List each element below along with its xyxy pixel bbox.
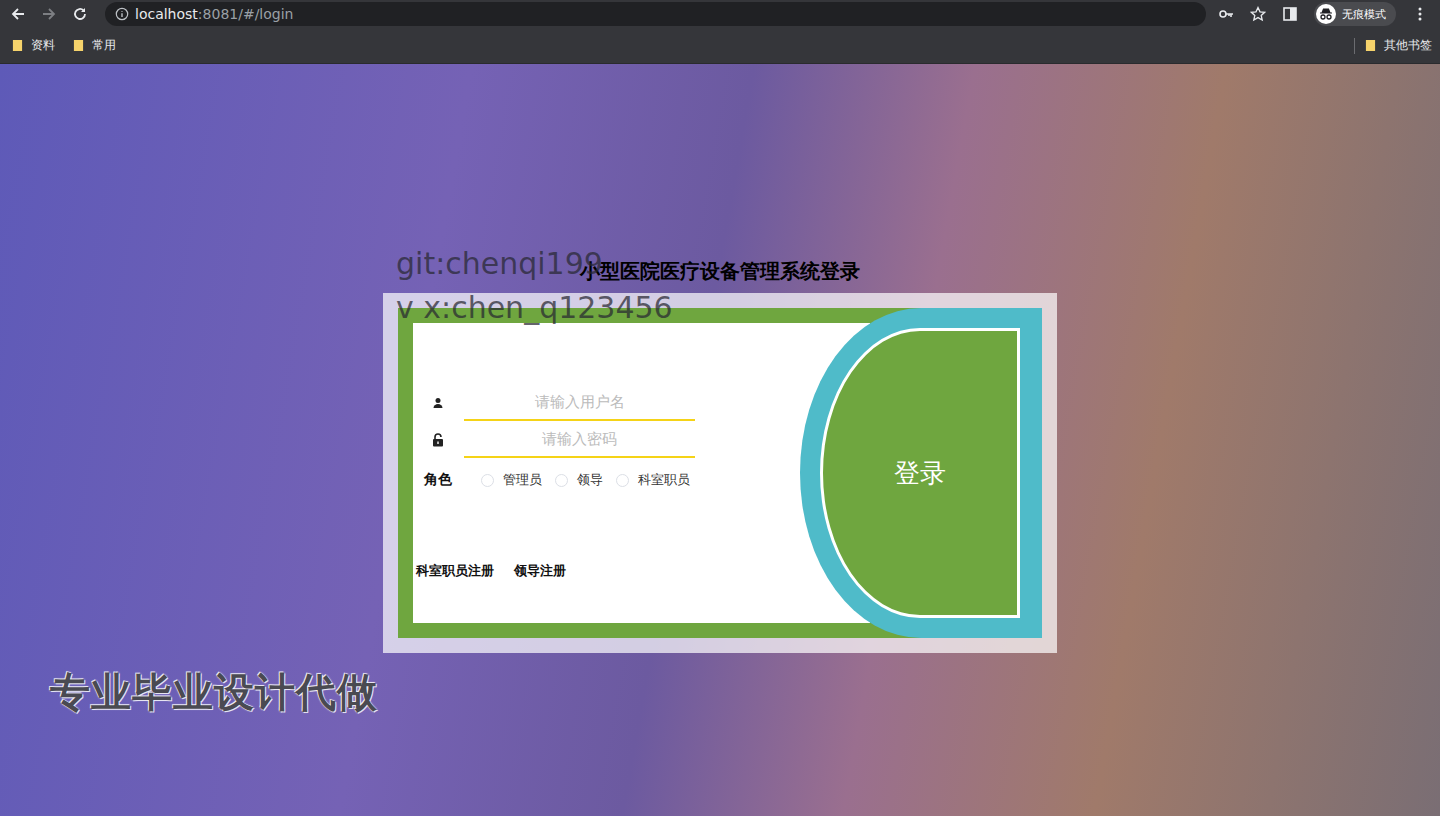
lock-icon [432,433,444,447]
bookmark-label: 资料 [31,37,55,54]
watermark-line: v x:chen_q123456 [396,286,673,330]
bookmark-folder[interactable]: 资料 [12,37,55,54]
register-link[interactable]: 科室职员注册 [416,562,494,580]
incognito-profile[interactable]: 无痕模式 [1314,2,1396,26]
radio-label: 领导 [577,471,603,489]
profile-label: 无痕模式 [1342,7,1386,22]
register-link[interactable]: 领导注册 [514,562,566,580]
browser-toolbar: localhost:8081/#/login 无痕模式 [0,0,1440,28]
submit-shape: 登录 [800,308,1042,638]
forward-arrow-icon[interactable] [41,6,57,22]
watermark-banner: 专业毕业设计代做 [50,665,378,720]
menu-dots-icon[interactable] [1412,6,1428,22]
radio-circle [481,474,494,487]
folder-icon [73,39,84,52]
user-icon [432,397,444,409]
url-path: :8081/#/login [198,6,294,22]
password-input[interactable] [464,422,695,458]
watermark-line: git:chenqi199 [396,242,673,286]
radio-circle [616,474,629,487]
role-radio[interactable]: 科室职员 [616,471,690,489]
bookmark-label: 其他书签 [1384,37,1432,54]
role-radio[interactable]: 领导 [555,471,603,489]
bookmark-label: 常用 [92,37,116,54]
radio-circle [555,474,568,487]
role-label: 角色 [424,471,452,489]
username-input[interactable] [464,385,695,421]
folder-icon [1365,39,1376,52]
sidebar-icon[interactable] [1282,6,1298,22]
login-button[interactable]: 登录 [820,328,1020,618]
folder-icon [12,39,23,52]
login-card: 角色 管理员 领导 科室职员科室职员注册 领导注册 登录 [398,308,1042,638]
info-icon[interactable] [115,7,129,21]
reload-icon[interactable] [72,6,88,22]
address-bar[interactable]: localhost:8081/#/login [105,2,1206,26]
bookmark-separator [1354,38,1355,54]
radio-label: 科室职员 [638,471,690,489]
role-radio[interactable]: 管理员 [481,471,542,489]
login-frame: 角色 管理员 领导 科室职员科室职员注册 领导注册 登录 [383,293,1057,653]
url-host: localhost [135,6,198,22]
other-bookmarks[interactable]: 其他书签 [1365,37,1432,54]
bookmarks-bar: 资料 常用 其他书签 [0,28,1440,64]
incognito-icon [1316,4,1336,24]
background-photo: 小型医院医疗设备管理系统登录角色 管理员 领导 科室职员科室职员注册 领导注册 登录 git… [0,64,1440,816]
watermark: git:chenqi199v x:chen_q123456 [396,242,673,330]
bookmark-folder[interactable]: 常用 [73,37,116,54]
key-icon[interactable] [1218,6,1234,22]
back-arrow-icon[interactable] [10,6,26,22]
radio-label: 管理员 [503,471,542,489]
browser-window: localhost:8081/#/login 无痕模式资料 常用 其他书签小型医院医疗… [0,0,1440,816]
star-icon[interactable] [1250,6,1266,22]
login-title: 小型医院医疗设备管理系统登录 [580,257,860,285]
